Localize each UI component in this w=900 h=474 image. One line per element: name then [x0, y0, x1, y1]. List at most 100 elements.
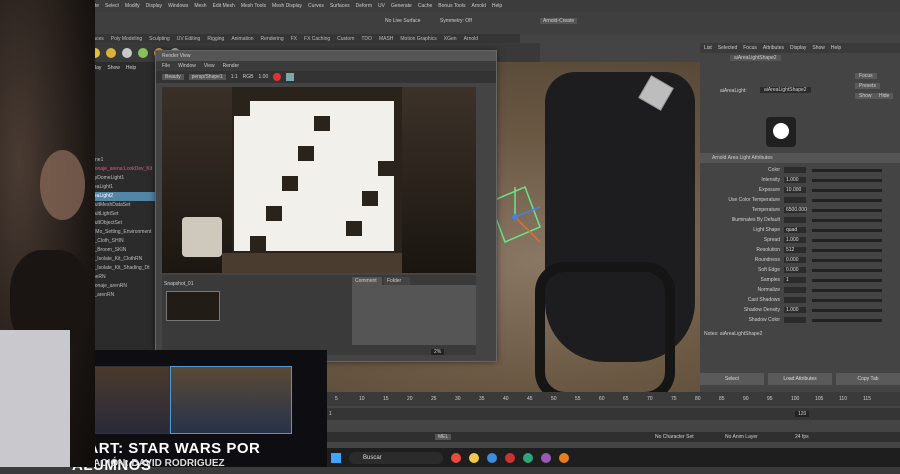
command-line[interactable]: MEL No Character Set No Anim Layer 24 fp…	[325, 432, 900, 442]
shelf-tab-poly-modeling[interactable]: Poly Modeling	[111, 36, 142, 42]
camera-selector[interactable]: persp/Shape1	[188, 74, 226, 80]
menu-arnold[interactable]: Arnold	[471, 3, 485, 9]
menu-windows[interactable]: Windows	[168, 3, 188, 9]
attribute-slider[interactable]	[812, 298, 882, 302]
attr-menu-show[interactable]: Show	[812, 45, 825, 51]
focus-button[interactable]: Focus	[855, 73, 877, 79]
attr-menu-display[interactable]: Display	[790, 45, 806, 51]
comment-textarea[interactable]	[352, 285, 476, 345]
attribute-field[interactable]	[784, 217, 806, 223]
attribute-slider[interactable]	[812, 318, 882, 322]
attribute-slider[interactable]	[812, 198, 882, 202]
shelf-tab-arnold[interactable]: Arnold	[464, 36, 478, 42]
attribute-slider[interactable]	[812, 258, 882, 262]
attr-menu-attributes[interactable]: Attributes	[763, 45, 784, 51]
menu-mesh-display[interactable]: Mesh Display	[272, 3, 302, 9]
rv-menu-render[interactable]: Render	[223, 63, 239, 69]
shape-field[interactable]: aiAreaLightShape2	[760, 87, 811, 93]
render-stop-icon[interactable]	[273, 73, 282, 81]
time-slider[interactable]: 5 10 15 20 25 30 35 40 45 50 55 60 65 70 75 80 85 90 95 100…	[325, 392, 900, 406]
range-slider[interactable]: 1 120	[325, 408, 900, 420]
attribute-field[interactable]	[784, 317, 806, 323]
rv-menu-window[interactable]: Window	[178, 63, 196, 69]
attribute-field[interactable]	[784, 287, 806, 293]
attribute-slider[interactable]	[812, 288, 882, 292]
shelf-tab-rendering[interactable]: Rendering	[261, 36, 284, 42]
menu-bonus-tools[interactable]: Bonus Tools	[438, 3, 465, 9]
outliner-menu-show[interactable]: Show	[107, 65, 120, 73]
menu-modify[interactable]: Modify	[125, 3, 140, 9]
attr-menu-help[interactable]: Help	[831, 45, 841, 51]
menu-mesh[interactable]: Mesh	[194, 3, 206, 9]
chrome-icon[interactable]	[451, 452, 461, 463]
attribute-field[interactable]: quad	[784, 227, 806, 233]
attribute-field[interactable]	[784, 167, 806, 173]
attribute-field[interactable]: 6500.000	[784, 207, 807, 213]
app-icon[interactable]	[505, 452, 515, 463]
attribute-slider[interactable]	[812, 278, 882, 282]
taskbar-search[interactable]: Buscar	[349, 451, 443, 464]
ratio-label[interactable]: 1:1	[231, 74, 238, 80]
blender-icon[interactable]	[559, 452, 569, 463]
attribute-slider[interactable]	[812, 168, 882, 172]
snapshot-thumbnail[interactable]	[166, 291, 220, 321]
channel-label[interactable]: RGB	[243, 74, 254, 80]
attribute-slider[interactable]	[812, 308, 882, 312]
attribute-field[interactable]	[784, 197, 806, 203]
attribute-slider[interactable]	[812, 188, 882, 192]
shelf-tab-custom[interactable]: Custom	[337, 36, 354, 42]
live-surface-label[interactable]: No Live Surface	[385, 18, 421, 24]
attribute-field[interactable]: 10.000	[784, 187, 806, 193]
attribute-field[interactable]	[784, 297, 806, 303]
menu-edit-mesh[interactable]: Edit Mesh	[213, 3, 235, 9]
shelf-tab-rigging[interactable]: Rigging	[207, 36, 224, 42]
rv-menu-file[interactable]: File	[162, 63, 170, 69]
attribute-slider[interactable]	[812, 208, 882, 212]
snapshot-icon[interactable]	[286, 73, 295, 81]
hide-button[interactable]: Hide	[875, 93, 894, 99]
mel-label[interactable]: MEL	[435, 434, 452, 440]
attr-menu-list[interactable]: List	[704, 45, 712, 51]
menu-help[interactable]: Help	[492, 3, 502, 9]
shelf-tab-xgen[interactable]: XGen	[444, 36, 457, 42]
shelf-tab-uv-editing[interactable]: UV Editing	[177, 36, 201, 42]
attribute-slider[interactable]	[812, 248, 882, 252]
symmetry-label[interactable]: Symmetry: Off	[440, 18, 472, 24]
range-end[interactable]: 120	[795, 411, 810, 417]
attribute-field[interactable]: 1.000	[784, 237, 806, 243]
attr-menu-focus[interactable]: Focus	[743, 45, 757, 51]
attribute-node-tab[interactable]: aiAreaLightShape2	[730, 55, 781, 61]
attribute-field[interactable]: 0.000	[784, 267, 806, 273]
attribute-field[interactable]: 1.000	[784, 307, 806, 313]
menu-generate[interactable]: Generate	[391, 3, 412, 9]
attr-menu-selected[interactable]: Selected	[718, 45, 737, 51]
tab-folder[interactable]: Folder	[384, 277, 410, 285]
load-attributes-button[interactable]: Load Attributes	[768, 373, 832, 385]
outliner-menu-help[interactable]: Help	[126, 65, 136, 73]
attribute-field[interactable]: 0.000	[784, 257, 806, 263]
menu-mesh-tools[interactable]: Mesh Tools	[241, 3, 266, 9]
attribute-slider[interactable]	[812, 178, 882, 182]
presets-button[interactable]: Presets	[855, 83, 880, 89]
menu-uv[interactable]: UV	[378, 3, 385, 9]
attribute-slider[interactable]	[812, 238, 882, 242]
photoshop-icon[interactable]	[541, 452, 551, 463]
maya-icon[interactable]	[523, 452, 533, 463]
menu-select[interactable]: Select	[105, 3, 119, 9]
shelf-sphere-icon[interactable]	[122, 48, 132, 58]
shelf-tab-mash[interactable]: MASH	[379, 36, 393, 42]
copy-tab-button[interactable]: Copy Tab	[836, 373, 900, 385]
menu-deform[interactable]: Deform	[356, 3, 372, 9]
windows-start-icon[interactable]	[331, 452, 341, 463]
attribute-section-header[interactable]: Arnold Area Light Attributes	[700, 153, 900, 163]
menu-curves[interactable]: Curves	[308, 3, 324, 9]
attribute-slider[interactable]	[812, 268, 882, 272]
attribute-field[interactable]: 512	[784, 247, 806, 253]
character-set-label[interactable]: No Character Set	[655, 434, 694, 440]
tab-comment[interactable]: Comment	[352, 277, 382, 285]
shelf-tab-fx[interactable]: FX	[291, 36, 297, 42]
attribute-slider[interactable]	[812, 218, 882, 222]
attribute-field[interactable]: 1	[784, 277, 806, 283]
zoom-field[interactable]: 2%	[431, 349, 445, 355]
folder-icon[interactable]	[469, 452, 479, 463]
